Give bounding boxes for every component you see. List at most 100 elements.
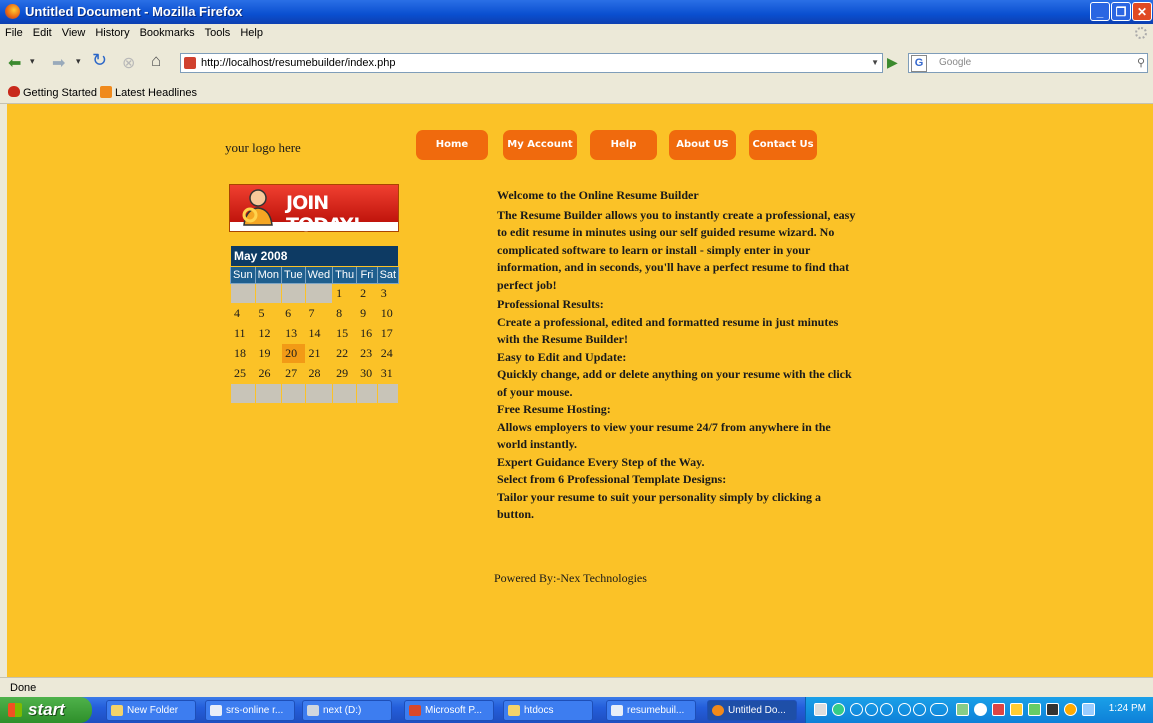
feature-text: Allows employers to view your resume 24/… — [497, 419, 831, 452]
calendar-day-cell[interactable]: 1 — [332, 283, 358, 304]
bookmark-getting-started[interactable]: Getting Started — [8, 86, 97, 99]
minimize-button[interactable]: _ — [1090, 2, 1110, 21]
menu-history[interactable]: History — [90, 24, 134, 39]
calendar-empty-cell — [254, 383, 283, 404]
address-bar[interactable]: http://localhost/resumebuilder/index.php… — [180, 53, 883, 73]
media-prev-icon[interactable] — [850, 703, 863, 716]
calendar-day-cell[interactable]: 5 — [254, 303, 283, 324]
close-button[interactable]: ✕ — [1132, 2, 1152, 21]
menu-bookmarks[interactable]: Bookmarks — [135, 24, 200, 39]
calendar-day-cell[interactable]: 15 — [332, 323, 358, 344]
device-tray-icon[interactable] — [1046, 703, 1059, 716]
media-stop-icon[interactable] — [880, 703, 893, 716]
nav-my-account-button[interactable]: My Account — [503, 130, 577, 160]
window-title: Untitled Document - Mozilla Firefox — [25, 4, 243, 19]
calendar-day-cell[interactable]: 30 — [356, 363, 378, 384]
media-play-icon[interactable] — [865, 703, 878, 716]
calendar-day-cell[interactable]: 11 — [230, 323, 256, 344]
search-box[interactable]: G Google ⚲ — [908, 53, 1148, 73]
status-bar: Done — [0, 677, 1153, 697]
nav-contact-us-button[interactable]: Contact Us — [749, 130, 817, 160]
calendar-day-cell[interactable]: 10 — [376, 303, 400, 324]
home-icon[interactable]: ⌂ — [151, 51, 161, 71]
maximize-button[interactable]: ❐ — [1111, 2, 1131, 21]
update-tray-icon[interactable] — [1028, 703, 1041, 716]
media-rewind-icon[interactable] — [898, 703, 911, 716]
notepad-icon — [611, 705, 623, 716]
calendar-day-cell[interactable]: 18 — [230, 343, 256, 364]
taskbar-item[interactable]: srs-online r... — [205, 700, 295, 721]
join-today-banner[interactable]: JOIN TODAY! — [229, 184, 399, 236]
address-dropdown-icon[interactable]: ▼ — [871, 54, 879, 72]
calendar-day-cell[interactable]: 26 — [254, 363, 283, 384]
taskbar-item[interactable]: next (D:) — [302, 700, 392, 721]
google-engine-icon[interactable]: G — [911, 55, 927, 72]
calendar-day-cell[interactable]: 8 — [332, 303, 358, 324]
reload-icon[interactable]: ↻ — [92, 50, 107, 71]
menu-edit[interactable]: Edit — [28, 24, 57, 39]
menu-file[interactable]: File — [0, 24, 28, 39]
windows-flag-icon — [8, 703, 22, 717]
calendar-day-cell[interactable]: 14 — [304, 323, 334, 344]
calendar-day-cell[interactable]: 6 — [281, 303, 306, 324]
start-button[interactable]: start — [0, 697, 92, 723]
taskbar-item[interactable]: New Folder — [106, 700, 196, 721]
menu-tools[interactable]: Tools — [200, 24, 236, 39]
calendar-day-cell[interactable]: 25 — [230, 363, 256, 384]
calendar-day-cell[interactable]: 28 — [304, 363, 334, 384]
forward-icon[interactable]: ➡ — [52, 53, 65, 73]
calendar-today-cell[interactable]: 20 — [281, 343, 306, 364]
calendar-day-cell[interactable]: 22 — [332, 343, 358, 364]
forward-dropdown-icon[interactable]: ▾ — [76, 56, 81, 67]
nav-help-button[interactable]: Help — [590, 130, 657, 160]
back-tray-icon[interactable] — [974, 703, 987, 716]
taskbar-item[interactable]: htdocs — [503, 700, 593, 721]
bookmark-latest-headlines[interactable]: Latest Headlines — [100, 86, 197, 99]
messenger-tray-icon[interactable] — [1064, 703, 1077, 716]
document-icon — [210, 705, 222, 716]
window-titlebar[interactable]: Untitled Document - Mozilla Firefox _ ❐ … — [0, 0, 1153, 24]
calendar-day-cell[interactable]: 3 — [376, 283, 400, 304]
media-forward-icon[interactable] — [913, 703, 926, 716]
menu-help[interactable]: Help — [235, 24, 268, 39]
stop-icon[interactable]: ⊗ — [122, 53, 135, 73]
nav-about-us-button[interactable]: About US — [669, 130, 736, 160]
calendar-day-cell[interactable]: 12 — [254, 323, 283, 344]
welcome-heading: Welcome to the Online Resume Builder — [497, 188, 699, 202]
back-dropdown-icon[interactable]: ▾ — [30, 56, 35, 67]
feature-heading: Select from 6 Professional Template Desi… — [497, 472, 727, 486]
taskbar-item-label: next (D:) — [323, 705, 362, 716]
calendar-day-cell[interactable]: 16 — [356, 323, 378, 344]
calendar-day-cell[interactable]: 9 — [356, 303, 378, 324]
taskbar-item[interactable]: Microsoft P... — [404, 700, 494, 721]
back-icon[interactable]: ⬅ — [8, 53, 21, 73]
calendar-day-cell[interactable]: 23 — [356, 343, 378, 364]
search-icon[interactable]: ⚲ — [1137, 54, 1145, 72]
taskbar-item[interactable]: resumebuil... — [606, 700, 696, 721]
media-tray-icon[interactable] — [832, 703, 845, 716]
bookmarks-toolbar: Getting Started Latest Headlines — [0, 82, 1153, 104]
calendar-day-cell[interactable]: 13 — [281, 323, 306, 344]
calendar-day-cell[interactable]: 24 — [376, 343, 400, 364]
security-tray-icon[interactable] — [1010, 703, 1023, 716]
nav-home-button[interactable]: Home — [416, 130, 488, 160]
calendar-day-cell[interactable]: 31 — [376, 363, 400, 384]
network-tray-icon[interactable] — [956, 703, 969, 716]
calendar-day-cell[interactable]: 7 — [304, 303, 334, 324]
app-tray-icon[interactable] — [992, 703, 1005, 716]
calendar-day-cell[interactable]: 4 — [230, 303, 256, 324]
go-icon[interactable]: ▶ — [887, 54, 898, 71]
monitor-tray-icon[interactable] — [1082, 703, 1095, 716]
calendar-day-cell[interactable]: 21 — [304, 343, 334, 364]
taskbar-item-active[interactable]: Untitled Do... — [707, 700, 797, 721]
menu-bar: File Edit View History Bookmarks Tools Help — [0, 24, 1153, 44]
calendar-day-cell[interactable]: 27 — [281, 363, 306, 384]
calendar-empty-cell — [356, 383, 378, 404]
menu-view[interactable]: View — [57, 24, 91, 39]
help-tray-icon[interactable] — [814, 703, 827, 716]
volume-control-icon[interactable] — [930, 703, 948, 716]
calendar-day-cell[interactable]: 29 — [332, 363, 358, 384]
calendar-day-cell[interactable]: 19 — [254, 343, 283, 364]
calendar-day-cell[interactable]: 2 — [356, 283, 378, 304]
calendar-day-cell[interactable]: 17 — [376, 323, 400, 344]
